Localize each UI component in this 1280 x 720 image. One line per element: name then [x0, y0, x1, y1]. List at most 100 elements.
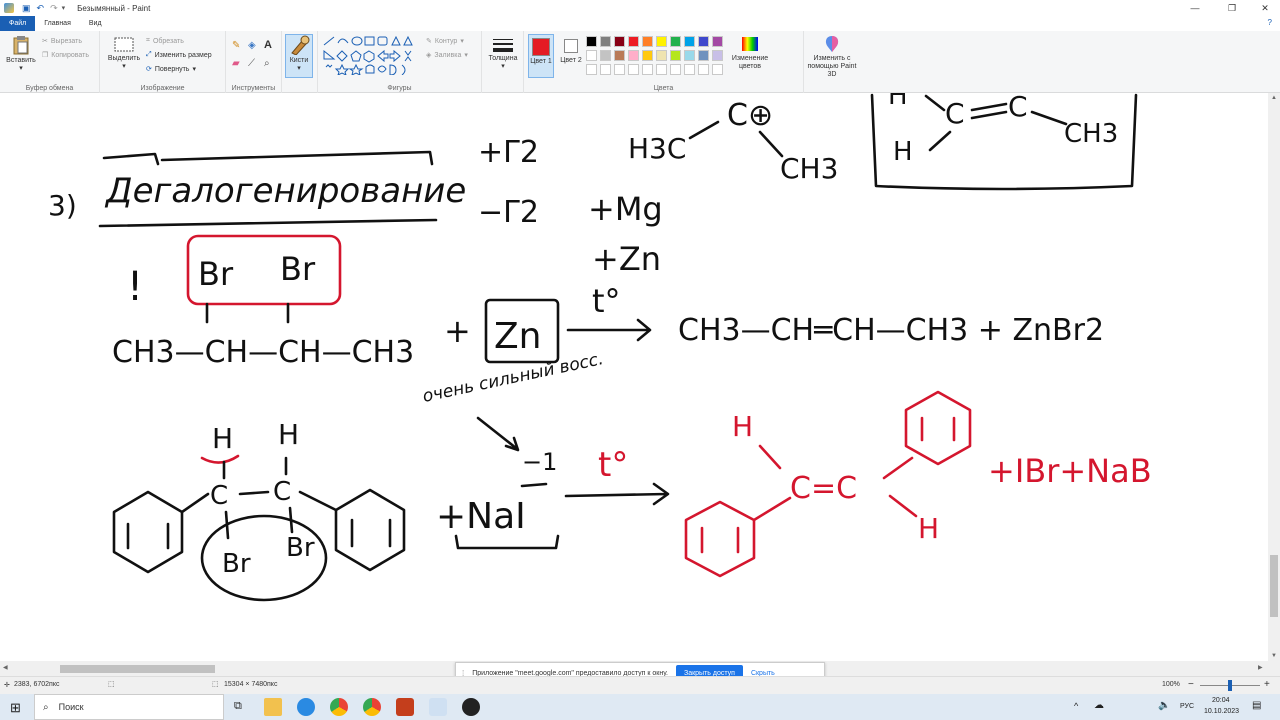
language-indicator[interactable]: РУС: [1180, 703, 1194, 710]
close-button[interactable]: ✕: [1250, 0, 1280, 16]
taskbar-search[interactable]: ⌕ Поиск: [34, 694, 224, 720]
crop-button[interactable]: ⌗ Обрезать: [146, 37, 184, 45]
red-bond-line: [888, 494, 918, 518]
text-icon[interactable]: A: [264, 39, 272, 51]
tray-expand-icon[interactable]: ^: [1074, 701, 1078, 711]
scroll-left-icon[interactable]: ◀: [3, 664, 8, 671]
fill-button[interactable]: ◈ Заливка ▾: [426, 51, 468, 60]
palette-swatch[interactable]: [600, 36, 611, 47]
custom-color-slot[interactable]: [698, 64, 709, 75]
vertical-scrollbar[interactable]: ▲ ▼: [1268, 93, 1280, 661]
custom-color-slot[interactable]: [628, 64, 639, 75]
colors-group: Цвет 1 Цвет 2 Изменение цветов Цвета: [524, 31, 804, 93]
palette-swatch[interactable]: [628, 50, 639, 61]
palette-swatch[interactable]: [642, 36, 653, 47]
save-icon[interactable]: ▣: [22, 3, 31, 14]
rotate-button[interactable]: ⟳ Повернуть ▾: [146, 65, 196, 74]
palette-swatch[interactable]: [586, 36, 597, 47]
vertical-scroll-thumb[interactable]: [1270, 555, 1278, 617]
horizontal-scroll-thumb[interactable]: [60, 665, 215, 673]
palette-swatch[interactable]: [698, 36, 709, 47]
task-view-icon[interactable]: ⧉: [234, 700, 242, 713]
color2-button[interactable]: Цвет 2: [558, 34, 584, 78]
scroll-up-icon[interactable]: ▲: [1271, 95, 1277, 101]
size-button[interactable]: Толщина ▾: [486, 37, 520, 70]
edit-colors-button[interactable]: Изменение цветов: [728, 35, 772, 71]
palette-swatch[interactable]: [670, 50, 681, 61]
maximize-button[interactable]: ❐: [1217, 0, 1247, 16]
redo-icon[interactable]: ↷: [50, 3, 58, 14]
tab-view[interactable]: Вид: [80, 16, 111, 31]
palette-swatch[interactable]: [628, 36, 639, 47]
zoom-out-button[interactable]: −: [1188, 679, 1194, 690]
custom-color-slot[interactable]: [586, 64, 597, 75]
zoom-in-button[interactable]: +: [1264, 679, 1270, 690]
clock-time[interactable]: 20:04: [1212, 697, 1230, 704]
palette-swatch[interactable]: [614, 36, 625, 47]
paint3d-button[interactable]: Изменить с помощью Paint 3D: [806, 35, 858, 79]
color1-button[interactable]: Цвет 1: [528, 34, 554, 78]
palette-swatch[interactable]: [586, 50, 597, 61]
color-wheel-icon: [742, 37, 758, 51]
drawing-canvas[interactable]: +Γ2 −Γ2 H3C C⊕ CH3 H H C C CH3 3) Дегало…: [0, 93, 1268, 661]
fill-bucket-icon: ◈: [426, 52, 432, 59]
brushes-group: Кисти ▾: [282, 31, 318, 93]
resize-button[interactable]: ⤢ Изменить размер: [146, 51, 212, 59]
custom-color-slot[interactable]: [712, 64, 723, 75]
palette-swatch[interactable]: [656, 36, 667, 47]
outline-icon: ✎: [426, 38, 432, 45]
network-icon[interactable]: ☁: [1094, 700, 1104, 711]
h-label: H: [212, 422, 233, 455]
zoom-slider-thumb[interactable]: [1228, 680, 1232, 691]
palette-swatch[interactable]: [600, 50, 611, 61]
shapes-gallery[interactable]: [322, 35, 422, 75]
obs-icon[interactable]: [462, 698, 480, 716]
chrome-profile-icon[interactable]: [363, 698, 381, 716]
custom-color-slot[interactable]: [642, 64, 653, 75]
pencil-icon[interactable]: ✎: [232, 40, 240, 51]
tab-file[interactable]: Файл: [0, 16, 36, 31]
fill-icon[interactable]: ◈: [248, 40, 256, 51]
paint-taskbar-icon[interactable]: [429, 698, 447, 716]
note-arrow: [476, 416, 520, 452]
cut-button[interactable]: ✂ Вырезать: [42, 37, 82, 46]
notifications-icon[interactable]: ▤: [1252, 700, 1261, 711]
palette-swatch[interactable]: [698, 50, 709, 61]
reaction-arrow: [566, 318, 652, 342]
scroll-down-icon[interactable]: ▼: [1271, 653, 1277, 659]
eraser-icon[interactable]: ▰: [232, 58, 240, 69]
scroll-right-icon[interactable]: ▶: [1258, 664, 1263, 671]
custom-color-slot[interactable]: [614, 64, 625, 75]
paste-button[interactable]: Вставить ▾: [4, 35, 38, 72]
tab-home[interactable]: Главная: [35, 16, 80, 31]
custom-color-slot[interactable]: [670, 64, 681, 75]
minimize-button[interactable]: —: [1180, 0, 1210, 16]
palette-swatch[interactable]: [684, 36, 695, 47]
volume-icon[interactable]: 🔈: [1158, 700, 1170, 711]
custom-color-slot[interactable]: [600, 64, 611, 75]
quick-access-dropdown-icon[interactable]: ▾: [62, 4, 66, 12]
copy-button[interactable]: ❐ Копировать: [42, 51, 89, 60]
palette-swatch[interactable]: [656, 50, 667, 61]
palette-swatch[interactable]: [684, 50, 695, 61]
clock-date[interactable]: 10.10.2023: [1204, 708, 1239, 715]
help-icon[interactable]: ?: [1268, 18, 1272, 27]
file-explorer-icon[interactable]: [264, 698, 282, 716]
select-button[interactable]: Выделить ▾: [104, 35, 144, 70]
palette-swatch[interactable]: [670, 36, 681, 47]
color-picker-icon[interactable]: ⟋: [248, 58, 255, 69]
custom-color-slot[interactable]: [684, 64, 695, 75]
palette-swatch[interactable]: [712, 36, 723, 47]
powerpoint-icon[interactable]: [396, 698, 414, 716]
undo-icon[interactable]: ↶: [37, 3, 45, 14]
chrome-icon[interactable]: [330, 698, 348, 716]
brushes-button[interactable]: Кисти ▾: [285, 34, 313, 78]
palette-swatch[interactable]: [614, 50, 625, 61]
edge-icon[interactable]: [297, 698, 315, 716]
palette-swatch[interactable]: [642, 50, 653, 61]
magnifier-icon[interactable]: ⌕: [264, 58, 270, 69]
windows-start-icon[interactable]: ⊞: [10, 700, 21, 716]
palette-swatch[interactable]: [712, 50, 723, 61]
custom-color-slot[interactable]: [656, 64, 667, 75]
outline-button[interactable]: ✎ Контур ▾: [426, 37, 464, 46]
